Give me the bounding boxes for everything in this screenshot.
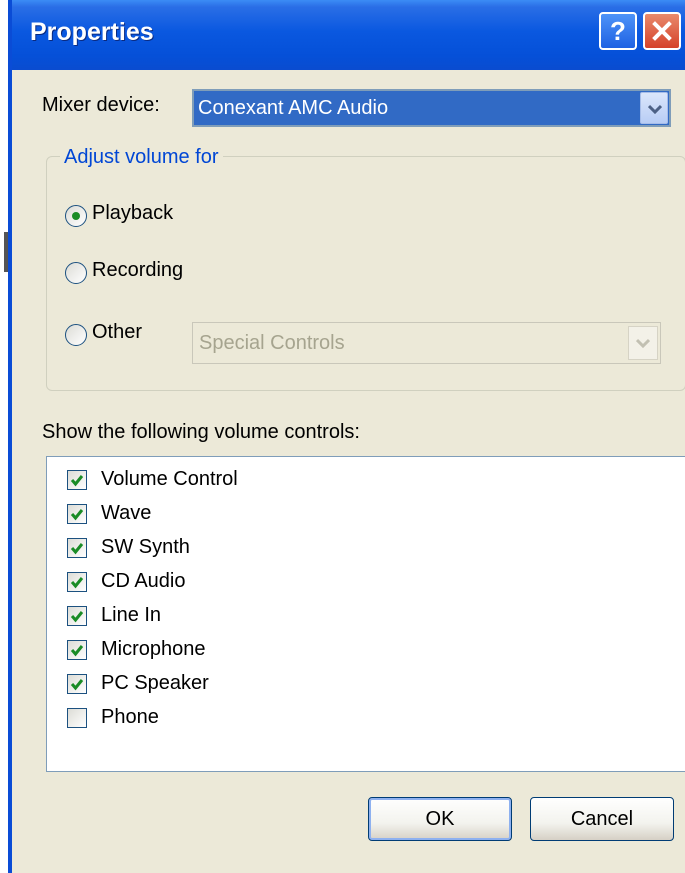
volume-controls-label: Show the following volume controls:	[42, 421, 360, 443]
background-edge	[0, 0, 8, 873]
ok-button-label: OK	[425, 807, 455, 830]
radio-recording-label[interactable]: Recording	[92, 259, 183, 282]
list-item-label: CD Audio	[101, 570, 186, 592]
check-icon	[70, 577, 84, 589]
other-dropdown-button[interactable]	[628, 326, 658, 360]
chevron-down-icon	[648, 104, 662, 114]
title-bar[interactable]: Properties ?	[12, 0, 685, 70]
checkbox[interactable]	[67, 572, 87, 592]
mixer-device-label: Mixer device:	[42, 94, 160, 116]
close-button[interactable]	[643, 12, 681, 50]
radio-playback[interactable]	[65, 205, 87, 227]
checkbox[interactable]	[67, 470, 87, 490]
window-title: Properties	[30, 18, 154, 46]
check-icon	[70, 679, 84, 691]
help-icon: ?	[610, 15, 626, 46]
radio-dot	[72, 212, 80, 220]
radio-other[interactable]	[65, 324, 87, 346]
checkbox[interactable]	[67, 606, 87, 626]
checkbox[interactable]	[67, 504, 87, 524]
properties-dialog: Properties ? Mixer device: Conexant AMC …	[8, 0, 685, 873]
check-icon	[70, 645, 84, 657]
radio-other-label[interactable]: Other	[92, 321, 142, 344]
other-controls-value: Special Controls	[199, 332, 345, 354]
check-icon	[70, 611, 84, 623]
checkbox[interactable]	[67, 538, 87, 558]
list-item-label: Wave	[101, 502, 152, 524]
check-icon	[70, 509, 84, 521]
mixer-device-value: Conexant AMC Audio	[198, 97, 389, 119]
adjust-volume-legend: Adjust volume for	[60, 146, 223, 169]
help-button[interactable]: ?	[599, 12, 637, 50]
other-controls-select[interactable]: Special Controls	[192, 322, 661, 364]
list-item-label: Volume Control	[101, 468, 238, 490]
checkbox[interactable]	[67, 640, 87, 660]
close-icon	[652, 21, 672, 41]
list-item-label: Line In	[101, 604, 162, 626]
cancel-button-label: Cancel	[570, 807, 634, 830]
cancel-button[interactable]: Cancel	[530, 797, 674, 841]
check-icon	[70, 475, 84, 487]
checkbox[interactable]	[67, 708, 87, 728]
list-item-label: SW Synth	[101, 536, 190, 558]
radio-playback-label[interactable]: Playback	[92, 202, 173, 225]
mixer-dropdown-button[interactable]	[640, 92, 668, 124]
check-icon	[70, 543, 84, 555]
ok-button[interactable]: OK	[368, 797, 512, 841]
list-item-label: Phone	[101, 706, 159, 728]
list-item-label: PC Speaker	[101, 672, 209, 694]
volume-controls-list[interactable]: Volume Control Wave SW Synth CD Audio Li…	[46, 456, 685, 772]
mixer-device-select[interactable]: Conexant AMC Audio	[192, 89, 671, 127]
radio-recording[interactable]	[65, 262, 87, 284]
list-item-label: Microphone	[101, 638, 206, 660]
checkbox[interactable]	[67, 674, 87, 694]
chevron-down-icon	[636, 338, 650, 348]
